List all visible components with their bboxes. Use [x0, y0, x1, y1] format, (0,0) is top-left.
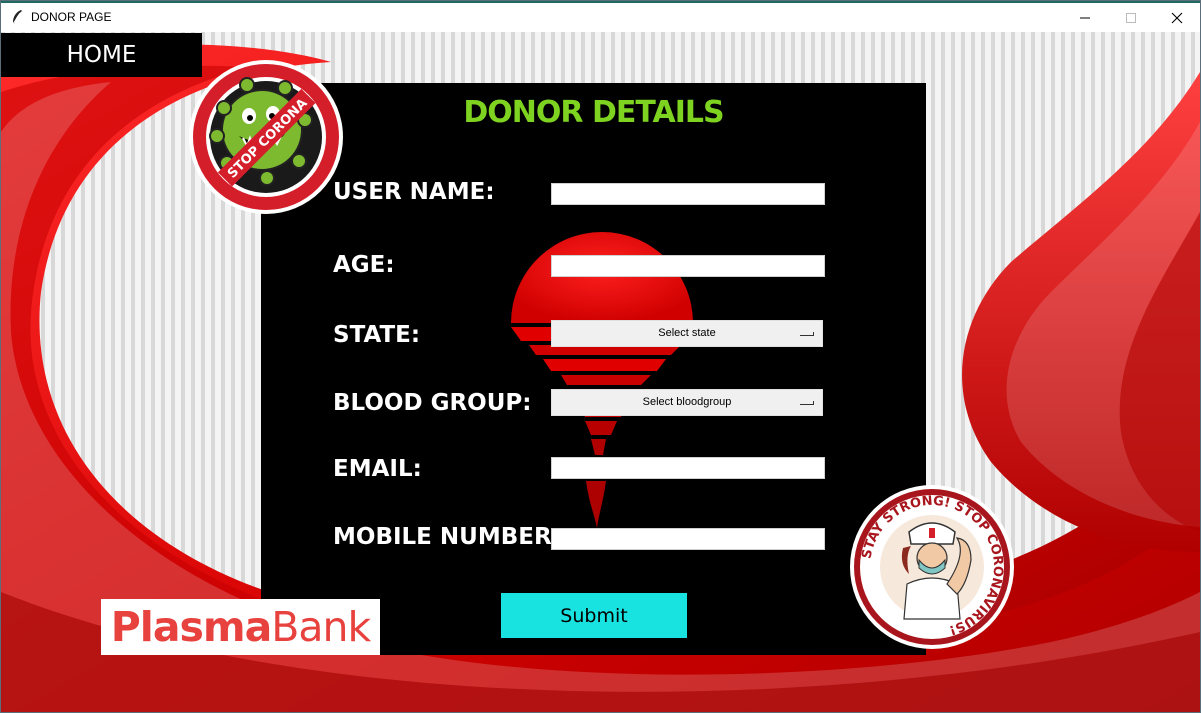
plasma-bank-logo-part1: Plasma: [110, 603, 273, 651]
maximize-icon: [1126, 13, 1136, 23]
option-menu-indicator-icon: [800, 401, 814, 405]
minimize-button[interactable]: [1062, 3, 1108, 32]
mobile-number-input[interactable]: [551, 528, 825, 550]
title-bar[interactable]: DONOR PAGE: [1, 3, 1200, 32]
close-icon: [1171, 12, 1183, 24]
email-label: EMAIL:: [333, 456, 422, 482]
user-name-label: USER NAME:: [333, 179, 495, 205]
stay-strong-logo: STAY STRONG! STOP CORONAVIRUS!: [850, 485, 1014, 649]
feather-icon: [12, 10, 22, 25]
submit-button[interactable]: Submit: [501, 593, 687, 638]
blood-sun-image: [511, 232, 693, 528]
state-select-value: Select state: [658, 327, 716, 339]
blood-group-select[interactable]: Select bloodgroup: [551, 389, 823, 416]
home-button[interactable]: HOME: [1, 33, 202, 77]
blood-group-select-value: Select bloodgroup: [642, 396, 732, 408]
state-label: STATE:: [333, 322, 421, 348]
app-window: DONOR PAGE HOME DONOR DETAILS USER NAME:…: [0, 0, 1201, 713]
age-input[interactable]: [551, 255, 825, 277]
stop-corona-logo: STOP CORONA: [189, 60, 343, 214]
email-input[interactable]: [551, 457, 825, 479]
plasma-bank-logo-part2: Bank: [271, 603, 371, 651]
option-menu-indicator-icon: [800, 332, 814, 336]
close-button[interactable]: [1154, 3, 1200, 32]
minimize-icon: [1080, 17, 1090, 19]
state-select[interactable]: Select state: [551, 320, 823, 347]
blood-group-label: BLOOD GROUP:: [333, 390, 532, 416]
main-canvas: HOME DONOR DETAILS USER NAME: AGE: STATE…: [1, 32, 1200, 712]
mobile-number-label: MOBILE NUMBER:: [333, 524, 561, 550]
window-title: DONOR PAGE: [31, 10, 112, 24]
user-name-input[interactable]: [551, 183, 825, 205]
age-label: AGE:: [333, 252, 395, 278]
form-title: DONOR DETAILS: [463, 95, 724, 130]
maximize-button[interactable]: [1108, 3, 1154, 32]
plasma-bank-logo: Plasma Bank: [101, 599, 380, 655]
donor-form-panel: DONOR DETAILS USER NAME: AGE: STATE: Sel…: [261, 83, 926, 655]
